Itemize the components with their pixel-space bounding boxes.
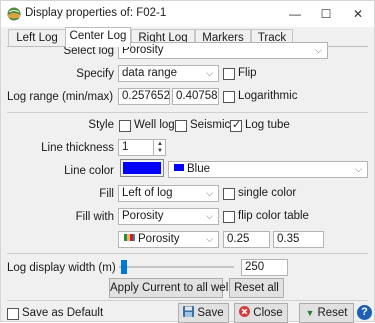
fill-label: Fill — [99, 188, 114, 200]
single-color-checkbox[interactable] — [223, 188, 235, 200]
well-log-label: Well log — [134, 119, 175, 131]
logarithmic-checkbox[interactable] — [223, 91, 235, 103]
line-thickness-spinbox[interactable]: 1 ▲ ▼ — [118, 139, 166, 156]
dialog-window: Display properties of: F02-1 — ☐ ✕ Left … — [0, 0, 375, 323]
section-separator — [7, 300, 368, 301]
reset-button-label: Reset — [317, 307, 348, 319]
floppy-disk-icon — [183, 306, 195, 317]
seismic-checkbox[interactable] — [175, 120, 187, 132]
spin-down-icon: ▼ — [157, 148, 163, 154]
section-separator — [7, 112, 368, 113]
fill-range-min-input[interactable]: 0.25 — [223, 231, 270, 248]
specify-value: data range — [122, 67, 177, 79]
flip-color-table-label: flip color table — [238, 210, 309, 222]
close-button[interactable]: Close — [234, 303, 288, 323]
chevron-down-icon: ⌵ — [355, 164, 362, 174]
fill-with-dropdown[interactable]: Porosity ⌵ — [118, 208, 219, 225]
chevron-down-icon: ⌵ — [206, 234, 213, 244]
log-range-min-input[interactable]: 0.257652 — [118, 88, 170, 105]
reset-all-button[interactable]: Reset all — [229, 278, 284, 298]
line-thickness-label: Line thickness — [41, 142, 114, 154]
flip-label: Flip — [238, 67, 257, 79]
save-button[interactable]: Save — [178, 303, 229, 323]
save-as-default-checkbox[interactable] — [7, 308, 19, 320]
reset-triangle-icon: ▼ — [305, 308, 315, 318]
line-color-swatch — [123, 162, 161, 174]
reset-button[interactable]: ▼ Reset — [299, 303, 354, 323]
close-icon — [239, 306, 251, 317]
spin-up-icon: ▲ — [157, 141, 163, 147]
color-table-icon — [124, 234, 135, 242]
flip-checkbox[interactable] — [223, 68, 235, 80]
title-bar: Display properties of: F02-1 — ☐ ✕ — [1, 1, 374, 27]
fill-with-value: Porosity — [122, 210, 164, 222]
single-color-label: single color — [238, 187, 297, 199]
color-chip — [174, 164, 184, 172]
line-color-dropdown[interactable]: Blue ⌵ — [168, 161, 368, 178]
select-log-dropdown[interactable]: Porosity ⌵ — [118, 42, 328, 59]
save-button-label: Save — [197, 307, 224, 319]
well-log-checkbox[interactable] — [119, 120, 131, 132]
color-table-dropdown[interactable]: Porosity ⌵ — [118, 231, 219, 248]
log-display-width-input[interactable]: 250 — [241, 259, 288, 276]
style-label: Style — [88, 119, 114, 131]
fill-value: Left of log — [122, 187, 173, 199]
seismic-label: Seismic — [190, 119, 231, 131]
specify-dropdown[interactable]: data range ⌵ — [118, 65, 219, 82]
chevron-down-icon: ⌵ — [206, 188, 213, 198]
specify-label: Specify — [76, 68, 114, 80]
line-color-label: Line color — [64, 165, 114, 177]
fill-with-label: Fill with — [75, 211, 114, 223]
log-tube-label: Log tube — [245, 119, 290, 131]
log-tube-checkbox[interactable] — [230, 118, 242, 132]
minimize-button[interactable]: — — [282, 5, 308, 23]
chevron-down-icon: ⌵ — [206, 211, 213, 221]
chevron-down-icon: ⌵ — [315, 45, 322, 55]
section-separator — [7, 253, 368, 254]
chevron-down-icon: ⌵ — [206, 68, 213, 78]
slider-track — [119, 266, 234, 268]
app-icon — [7, 7, 21, 21]
window-title: Display properties of: F02-1 — [25, 7, 167, 19]
close-button-label: Close — [253, 307, 283, 319]
maximize-button[interactable]: ☐ — [313, 5, 339, 23]
tab-left-log[interactable]: Left Log — [8, 29, 66, 46]
apply-all-button[interactable]: Apply Current to all wells — [109, 278, 237, 298]
log-display-width-label: Log display width (m) — [7, 262, 116, 274]
slider-thumb[interactable] — [121, 260, 127, 274]
log-range-label: Log range (min/max) — [7, 91, 114, 103]
help-button[interactable]: ? — [357, 305, 372, 320]
save-as-default-label: Save as Default — [22, 307, 104, 319]
line-color-name: Blue — [187, 163, 211, 175]
color-table-value: Porosity — [138, 233, 180, 245]
line-color-button[interactable] — [120, 159, 164, 177]
logarithmic-label: Logarithmic — [238, 90, 298, 102]
log-display-width-slider[interactable] — [119, 260, 234, 274]
line-thickness-value: 1 — [122, 141, 129, 153]
fill-dropdown[interactable]: Left of log ⌵ — [118, 185, 219, 202]
spin-buttons[interactable]: ▲ ▼ — [153, 140, 165, 155]
fill-range-max-input[interactable]: 0.35 — [273, 231, 324, 248]
log-range-max-input[interactable]: 0.407581 — [172, 88, 219, 105]
window-close-button[interactable]: ✕ — [345, 5, 371, 23]
tab-center-log[interactable]: Center Log — [65, 27, 131, 47]
flip-color-table-checkbox[interactable] — [223, 211, 235, 223]
